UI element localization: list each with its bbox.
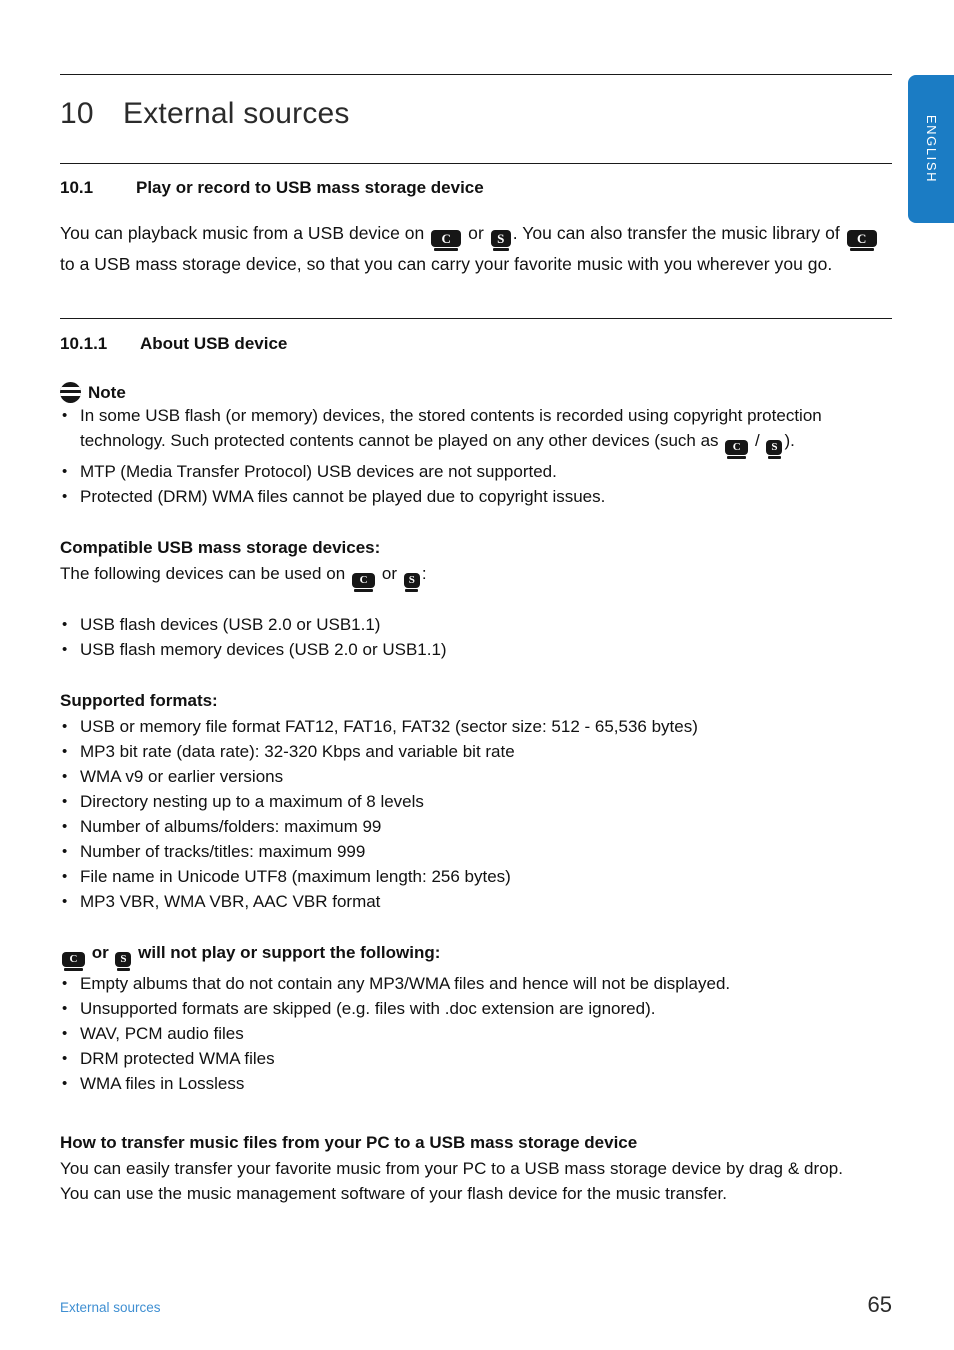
device-c-icon: C (352, 573, 376, 592)
compatible-list: USB flash devices (USB 2.0 or USB1.1) US… (60, 612, 892, 662)
transfer-paragraph-1: You can easily transfer your favorite mu… (60, 1159, 843, 1178)
section-title: Play or record to USB mass storage devic… (136, 178, 484, 197)
page-footer: External sources 65 (60, 1292, 892, 1318)
intro-text-2: or (463, 223, 489, 243)
section-heading: 10.1 Play or record to USB mass storage … (60, 164, 892, 198)
section-number: 10.1 (60, 178, 94, 197)
supported-title: Supported formats: (60, 691, 218, 710)
device-s-icon-letter: S (115, 952, 132, 967)
list-item: DRM protected WMA files (60, 1046, 892, 1071)
intro-text-4: to a USB mass storage device, so that yo… (60, 254, 833, 274)
subsection-title: About USB device (140, 334, 288, 353)
unsupported-list: Empty albums that do not contain any MP3… (60, 971, 892, 1096)
device-s-icon: S (115, 952, 132, 971)
device-c-icon-letter: C (431, 230, 462, 247)
unsupported-title-after: will not play or support the following: (133, 943, 441, 962)
list-item: Protected (DRM) WMA files cannot be play… (60, 484, 892, 509)
device-s-icon-base (405, 589, 419, 592)
device-c-icon-letter: C (352, 573, 376, 588)
intro-text-3: . You can also transfer the music librar… (512, 223, 845, 243)
list-item: File name in Unicode UTF8 (maximum lengt… (60, 864, 892, 889)
device-s-icon-letter: S (766, 440, 783, 455)
compatible-title: Compatible USB mass storage devices: (60, 538, 381, 557)
list-item: MTP (Media Transfer Protocol) USB device… (60, 459, 892, 484)
note-item-1-separator: / (750, 431, 765, 450)
device-c-icon: C (725, 440, 749, 459)
list-item: USB or memory file format FAT12, FAT16, … (60, 714, 892, 739)
list-item: USB flash memory devices (USB 2.0 or USB… (60, 637, 892, 662)
device-c-icon-letter: C (846, 230, 877, 247)
list-item: Empty albums that do not contain any MP3… (60, 971, 892, 996)
list-item: In some USB flash (or memory) devices, t… (60, 403, 892, 459)
list-item: MP3 VBR, WMA VBR, AAC VBR format (60, 889, 892, 914)
transfer-title: How to transfer music files from your PC… (60, 1133, 638, 1152)
device-s-icon-letter: S (403, 573, 420, 588)
subsection-number: 10.1.1 (60, 334, 108, 353)
note-header: Note (60, 354, 892, 403)
device-c-icon-base (434, 248, 459, 251)
supported-list: USB or memory file format FAT12, FAT16, … (60, 714, 892, 914)
device-c-icon: C (846, 230, 877, 251)
device-c-icon-base (354, 589, 374, 592)
language-tab: ENGLISH (908, 75, 954, 223)
device-c-icon-base (849, 248, 874, 251)
list-item: Directory nesting up to a maximum of 8 l… (60, 789, 892, 814)
unsupported-title: C or S will not play or support the foll… (60, 940, 892, 971)
footer-chapter-label: External sources (60, 1300, 161, 1315)
device-c-icon-letter: C (725, 440, 749, 455)
list-item: WMA v9 or earlier versions (60, 764, 892, 789)
device-s-icon-base (492, 248, 509, 251)
list-item: USB flash devices (USB 2.0 or USB1.1) (60, 612, 892, 637)
note-label: Note (88, 382, 126, 402)
compatible-lead: The following devices can be used on C o… (60, 561, 892, 592)
transfer-paragraph-2: You can use the music management softwar… (60, 1184, 728, 1203)
chapter-title: External sources (123, 97, 350, 130)
compatible-lead-middle: or (377, 564, 402, 583)
device-s-icon: S (490, 230, 511, 251)
note-item-1-text-after: ). (784, 431, 795, 450)
subsection-heading: 10.1.1 About USB device (60, 319, 892, 354)
list-item: WAV, PCM audio files (60, 1021, 892, 1046)
device-s-icon-letter: S (490, 230, 511, 247)
page-number: 65 (867, 1292, 892, 1317)
list-item: Number of tracks/titles: maximum 999 (60, 839, 892, 864)
page-content: 10 External sources 10.1 Play or record … (60, 0, 892, 1206)
list-item: MP3 bit rate (data rate): 32-320 Kbps an… (60, 739, 892, 764)
chapter-heading: 10 External sources (60, 75, 892, 131)
intro-paragraph: You can playback music from a USB device… (60, 198, 892, 278)
device-c-icon-letter: C (62, 952, 85, 967)
language-tab-label: ENGLISH (924, 114, 939, 184)
note-item-1-text-before: In some USB flash (or memory) devices, t… (80, 406, 822, 450)
device-c-icon: C (62, 952, 85, 971)
document-page: ENGLISH 10 External sources 10.1 Play or… (0, 0, 954, 1350)
note-circle-icon (60, 382, 81, 403)
note-list: In some USB flash (or memory) devices, t… (60, 403, 892, 509)
list-item: Number of albums/folders: maximum 99 (60, 814, 892, 839)
device-s-icon: S (403, 573, 420, 592)
compatible-lead-after: : (421, 564, 427, 583)
compatible-lead-before: The following devices can be used on (60, 564, 351, 583)
device-s-icon: S (766, 440, 783, 459)
chapter-number: 10 (60, 97, 94, 130)
intro-text-1: You can playback music from a USB device… (60, 223, 430, 243)
list-item: WMA files in Lossless (60, 1071, 892, 1096)
device-c-icon: C (431, 230, 462, 251)
list-item: Unsupported formats are skipped (e.g. fi… (60, 996, 892, 1021)
unsupported-title-middle: or (87, 943, 114, 962)
